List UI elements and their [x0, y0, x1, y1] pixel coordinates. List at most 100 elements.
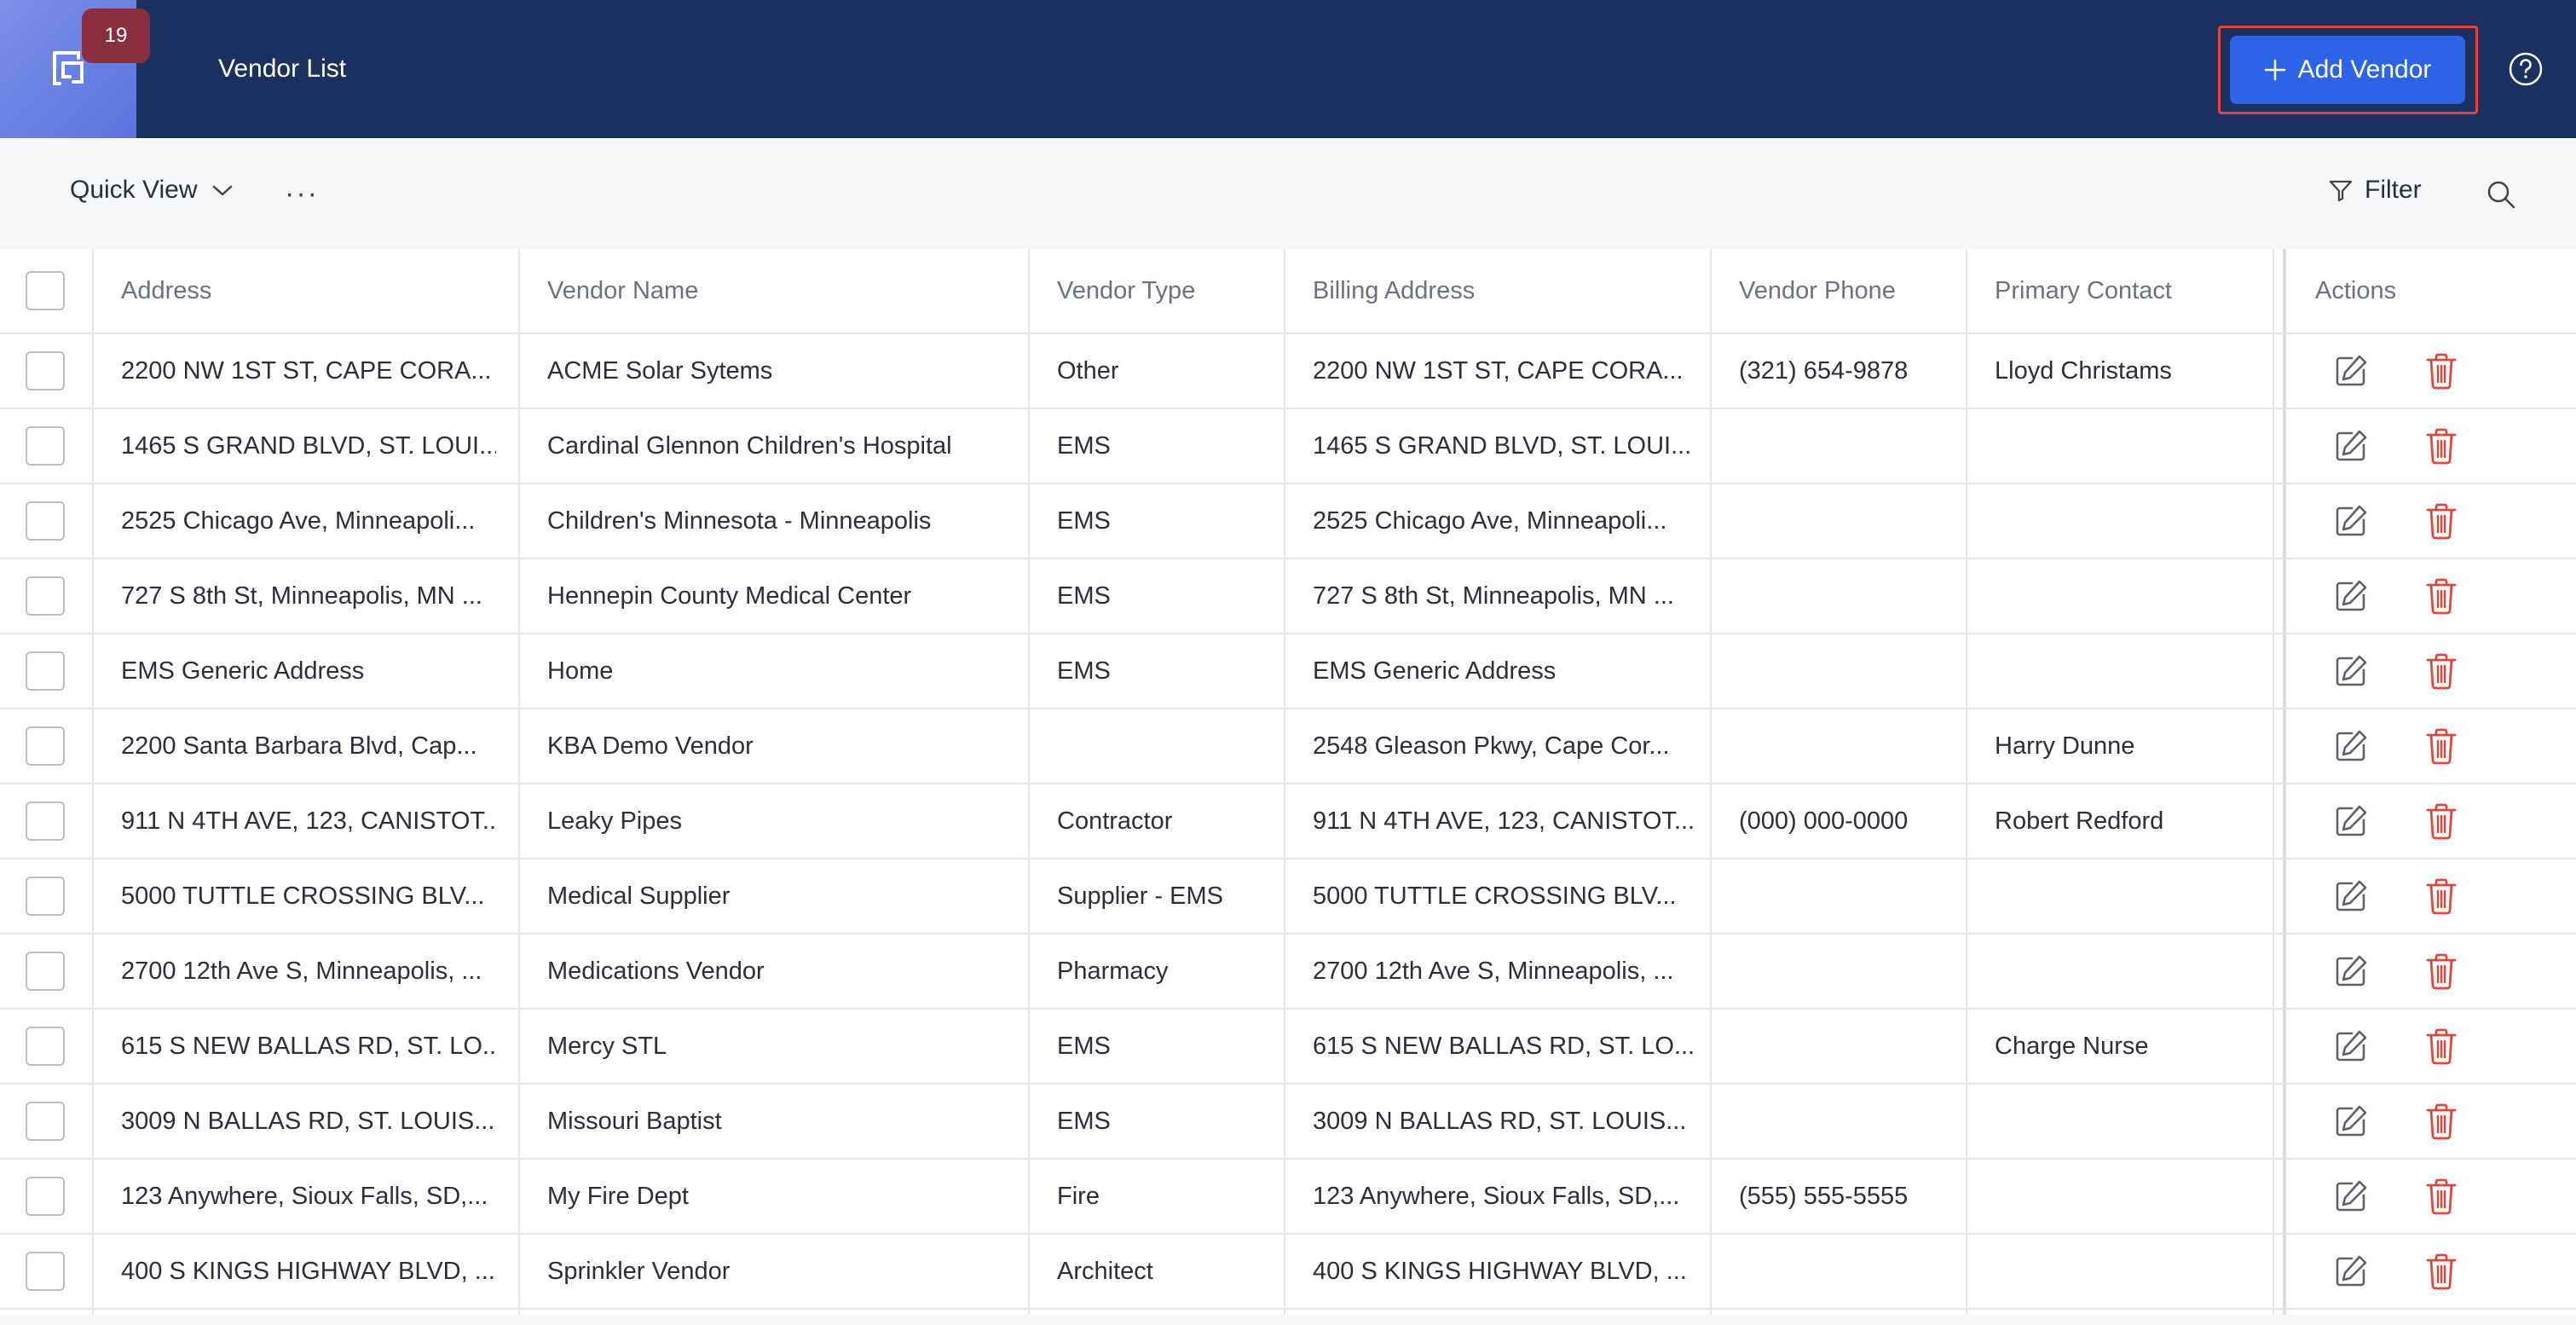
table-row[interactable]: 2700 12th Ave S, Minneapolis, ... Medicat… [0, 934, 2576, 1010]
row-select-cell [26, 634, 65, 708]
trash-icon[interactable] [2419, 1024, 2463, 1068]
edit-icon[interactable] [2329, 499, 2373, 543]
vendor-phone-cell: (321) 654-9878 [1739, 356, 1909, 385]
table-row[interactable]: 400 S KINGS HIGHWAY BLVD, ... Sprinkler V… [0, 1235, 2576, 1310]
edit-icon[interactable] [2329, 574, 2373, 618]
column-header-address[interactable]: Address [121, 249, 211, 333]
actions-cell [2329, 1160, 2463, 1233]
search-icon[interactable] [2486, 179, 2516, 210]
trash-icon[interactable] [2419, 424, 2463, 468]
vendor-type-cell: Architect [1057, 1257, 1153, 1285]
address-cell: 3009 N BALLAS RD, ST. LOUIS... [121, 1107, 495, 1135]
row-checkbox[interactable] [26, 1102, 65, 1141]
trash-icon[interactable] [2419, 724, 2463, 768]
row-checkbox[interactable] [26, 501, 65, 541]
column-header-vendor-phone[interactable]: Vendor Phone [1739, 249, 1896, 333]
row-select-cell [26, 484, 65, 558]
column-header-primary-contact[interactable]: Primary Contact [1995, 249, 2172, 333]
table-row[interactable]: 5000 TUTTLE CROSSING BLV... Medical Suppl… [0, 859, 2576, 934]
select-all-checkbox[interactable] [26, 271, 65, 310]
billing-address-cell: 2200 NW 1ST ST, CAPE CORA... [1313, 356, 1684, 385]
primary-contact-cell [1995, 859, 2259, 933]
edit-icon[interactable] [2329, 724, 2373, 768]
edit-icon[interactable] [2329, 799, 2373, 843]
toolbar: Quick View ··· Filter [0, 138, 2576, 249]
row-select-cell [26, 934, 65, 1008]
primary-contact-cell: Charge Nurse [1995, 1032, 2149, 1060]
table-row[interactable]: 1465 S GRAND BLVD, ST. LOUI... Cardinal G… [0, 409, 2576, 484]
help-icon[interactable] [2508, 51, 2544, 87]
edit-icon[interactable] [2329, 349, 2373, 393]
row-checkbox[interactable] [26, 651, 65, 691]
table-row[interactable]: 727 S 8th St, Minneapolis, MN ... Hennepi… [0, 559, 2576, 634]
row-select-cell [26, 334, 65, 408]
primary-contact-cell: Lloyd Christams [1995, 356, 2172, 385]
row-checkbox[interactable] [26, 576, 65, 616]
trash-icon[interactable] [2419, 649, 2463, 693]
vendor-type-cell: EMS [1057, 1107, 1111, 1135]
more-options-button[interactable]: ··· [285, 177, 319, 211]
table-row[interactable]: 123 Anywhere, Sioux Falls, SD,... My Fire… [0, 1160, 2576, 1235]
vendor-name-cell: Children's Minnesota - Minneapolis [547, 506, 932, 535]
edit-icon[interactable] [2329, 424, 2373, 468]
vendor-type-cell: Fire [1057, 1182, 1100, 1210]
edit-icon[interactable] [2329, 1174, 2373, 1218]
table-row[interactable]: 2525 Chicago Ave, Minneapoli... Children'… [0, 484, 2576, 559]
edit-icon[interactable] [2329, 949, 2373, 993]
column-header-billing-address[interactable]: Billing Address [1313, 249, 1475, 333]
row-select-cell [26, 1085, 65, 1158]
row-checkbox[interactable] [26, 801, 65, 841]
edit-icon[interactable] [2329, 874, 2373, 918]
billing-address-cell: 1465 S GRAND BLVD, ST. LOUI... [1313, 431, 1692, 460]
billing-address-cell: 911 N 4TH AVE, 123, CANISTOT... [1313, 807, 1695, 835]
table-header-row: Address Vendor Name Vendor Type Billing … [0, 249, 2576, 334]
billing-address-cell: 615 S NEW BALLAS RD, ST. LO... [1313, 1032, 1695, 1060]
trash-icon[interactable] [2419, 574, 2463, 618]
table-row[interactable]: 2200 Santa Barbara Blvd, Cap... KBA Demo … [0, 709, 2576, 784]
row-checkbox[interactable] [26, 426, 65, 466]
vendor-type-cell: EMS [1057, 581, 1111, 610]
address-cell: 5000 TUTTLE CROSSING BLV... [121, 882, 485, 910]
actions-cell [2329, 1010, 2463, 1083]
trash-icon[interactable] [2419, 1249, 2463, 1293]
row-checkbox[interactable] [26, 952, 65, 991]
row-checkbox[interactable] [26, 877, 65, 916]
row-checkbox[interactable] [26, 1252, 65, 1291]
edit-icon[interactable] [2329, 1024, 2373, 1068]
vendor-phone-cell [1739, 409, 1952, 483]
column-header-vendor-name[interactable]: Vendor Name [547, 249, 698, 333]
vendor-phone-cell [1739, 1235, 1952, 1308]
table-row[interactable]: 3009 N BALLAS RD, ST. LOUIS... Missouri B… [0, 1085, 2576, 1160]
row-checkbox[interactable] [26, 726, 65, 766]
trash-icon[interactable] [2419, 349, 2463, 393]
table-row[interactable]: 2200 NW 1ST ST, CAPE CORA... ACME Solar S… [0, 334, 2576, 409]
billing-address-cell: 2700 12th Ave S, Minneapolis, ... [1313, 957, 1674, 985]
filter-button[interactable]: Filter [2327, 176, 2422, 205]
edit-icon[interactable] [2329, 1249, 2373, 1293]
table-row[interactable]: EMS Generic Address Home EMS EMS Generic Ad… [0, 634, 2576, 709]
trash-icon[interactable] [2419, 799, 2463, 843]
trash-icon[interactable] [2419, 499, 2463, 543]
quick-view-dropdown[interactable]: Quick View [70, 176, 234, 205]
actions-cell [2329, 334, 2463, 408]
notification-badge[interactable]: 19 [82, 9, 150, 63]
edit-icon[interactable] [2329, 649, 2373, 693]
column-header-vendor-type[interactable]: Vendor Type [1057, 249, 1195, 333]
row-checkbox[interactable] [26, 1027, 65, 1066]
trash-icon[interactable] [2419, 1174, 2463, 1218]
row-checkbox[interactable] [26, 351, 65, 391]
trash-icon[interactable] [2419, 1099, 2463, 1143]
vendor-type-cell: EMS [1057, 1032, 1111, 1060]
table-row[interactable]: 911 N 4TH AVE, 123, CANISTOT... Leaky Pip… [0, 784, 2576, 859]
actions-cell [2329, 1235, 2463, 1308]
address-cell: 400 S KINGS HIGHWAY BLVD, ... [121, 1257, 495, 1285]
select-all-cell [26, 249, 65, 333]
row-checkbox[interactable] [26, 1177, 65, 1216]
edit-icon[interactable] [2329, 1099, 2373, 1143]
trash-icon[interactable] [2419, 874, 2463, 918]
trash-icon[interactable] [2419, 949, 2463, 993]
address-cell: EMS Generic Address [121, 657, 365, 685]
table-row[interactable]: 615 S NEW BALLAS RD, ST. LO... Mercy STL E… [0, 1010, 2576, 1085]
add-vendor-button[interactable]: Add Vendor [2230, 36, 2465, 104]
actions-cell [2329, 634, 2463, 708]
